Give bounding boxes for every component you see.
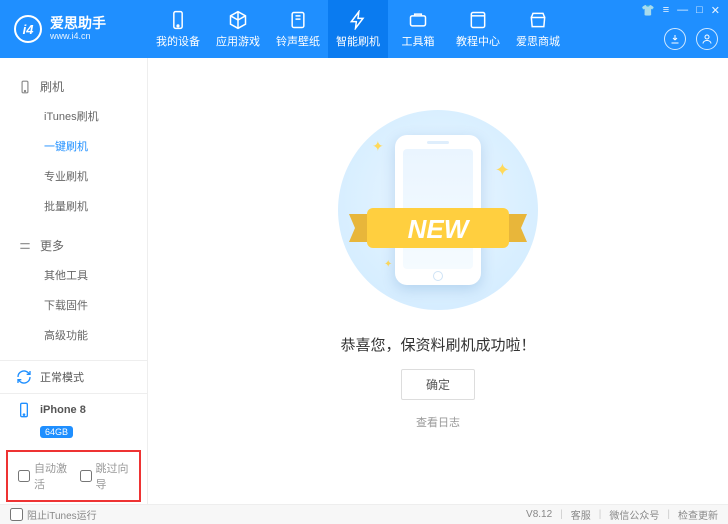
- footer-link-support[interactable]: 客服: [571, 507, 591, 522]
- ok-button[interactable]: 确定: [401, 369, 475, 400]
- version-label: V8.12: [526, 509, 552, 520]
- app-body: 刷机 iTunes刷机一键刷机专业刷机批量刷机更多其他工具下载固件高级功能 正常模…: [0, 58, 728, 504]
- phone-icon: [16, 402, 32, 418]
- close-icon[interactable]: ✕: [711, 4, 720, 17]
- success-illustration: ✦ ✦ ✦ NEW: [338, 110, 538, 310]
- phone-icon: [168, 10, 188, 30]
- tab-label: 教程中心: [456, 33, 500, 49]
- tab-store[interactable]: 爱思商城: [508, 0, 568, 58]
- new-ribbon: NEW: [343, 198, 533, 258]
- tab-phone[interactable]: 我的设备: [148, 0, 208, 58]
- sidebar-item[interactable]: 批量刷机: [0, 191, 147, 221]
- brand-text: 爱思助手 www.i4.cn: [50, 16, 106, 41]
- tshirt-icon[interactable]: 👕: [641, 4, 655, 17]
- section-icon: [18, 80, 32, 94]
- flash-icon: [348, 10, 368, 30]
- tab-app[interactable]: 应用游戏: [208, 0, 268, 58]
- menu-icon[interactable]: ≡: [663, 4, 669, 17]
- svg-text:NEW: NEW: [408, 214, 471, 244]
- star-icon: ✦: [372, 138, 384, 155]
- download-icon[interactable]: [664, 28, 686, 50]
- sidebar: 刷机 iTunes刷机一键刷机专业刷机批量刷机更多其他工具下载固件高级功能 正常模…: [0, 58, 148, 504]
- tab-book[interactable]: 教程中心: [448, 0, 508, 58]
- tab-flash[interactable]: 智能刷机: [328, 0, 388, 58]
- section-title: 更多: [40, 237, 64, 254]
- star-icon: ✦: [495, 160, 510, 181]
- section-title: 刷机: [40, 78, 64, 95]
- user-icon[interactable]: [696, 28, 718, 50]
- success-message: 恭喜您，保资料刷机成功啦！: [340, 334, 535, 355]
- sidebar-item[interactable]: iTunes刷机: [0, 101, 147, 131]
- device-info[interactable]: iPhone 8 64GB: [0, 394, 147, 446]
- main-panel: ✦ ✦ ✦ NEW 恭喜您，保资料刷机成功啦！ 确定 查看日志: [148, 58, 728, 504]
- refresh-icon: [16, 369, 32, 385]
- tab-label: 工具箱: [402, 33, 435, 49]
- device-name: iPhone 8: [40, 404, 86, 416]
- auto-activate-checkbox[interactable]: 自动激活: [18, 460, 68, 492]
- sidebar-item[interactable]: 其他工具: [0, 260, 147, 290]
- note-icon: [288, 10, 308, 30]
- footer-link-wechat[interactable]: 微信公众号: [609, 507, 659, 522]
- brand-logo-icon: i4: [14, 15, 42, 43]
- minimize-icon[interactable]: —: [677, 4, 688, 17]
- skip-guide-checkbox[interactable]: 跳过向导: [80, 460, 130, 492]
- tab-label: 铃声壁纸: [276, 33, 320, 49]
- status-bar: 阻止iTunes运行 V8.12 | 客服 | 微信公众号 | 检查更新: [0, 504, 728, 524]
- store-icon: [528, 10, 548, 30]
- flash-options: 自动激活 跳过向导: [6, 450, 141, 502]
- tab-note[interactable]: 铃声壁纸: [268, 0, 328, 58]
- mode-label: 正常模式: [40, 369, 84, 385]
- window-controls: 👕 ≡ — □ ✕: [641, 4, 720, 17]
- device-mode[interactable]: 正常模式: [0, 361, 147, 394]
- sidebar-bottom: 正常模式 iPhone 8 64GB 自动激活 跳过向导: [0, 360, 147, 506]
- brand: i4 爱思助手 www.i4.cn: [0, 0, 148, 58]
- app-icon: [228, 10, 248, 30]
- app-header: i4 爱思助手 www.i4.cn 我的设备应用游戏铃声壁纸智能刷机 工具箱 教程中…: [0, 0, 728, 58]
- tab-label: 爱思商城: [516, 33, 560, 49]
- tool-icon: [408, 10, 428, 30]
- tab-label: 应用游戏: [216, 33, 260, 49]
- star-icon: ✦: [384, 259, 392, 270]
- tab-tool[interactable]: 工具箱: [388, 0, 448, 58]
- block-itunes-checkbox[interactable]: 阻止iTunes运行: [10, 507, 97, 522]
- sidebar-item[interactable]: 下载固件: [0, 290, 147, 320]
- view-log-link[interactable]: 查看日志: [416, 414, 460, 430]
- sidebar-section[interactable]: 更多: [0, 231, 147, 260]
- tab-label: 我的设备: [156, 33, 200, 49]
- sidebar-section[interactable]: 刷机: [0, 72, 147, 101]
- brand-url: www.i4.cn: [50, 32, 106, 42]
- tab-label: 智能刷机: [336, 33, 380, 49]
- storage-badge: 64GB: [40, 426, 73, 438]
- section-icon: [18, 239, 32, 253]
- sidebar-item[interactable]: 专业刷机: [0, 161, 147, 191]
- header-right: [664, 28, 718, 50]
- book-icon: [468, 10, 488, 30]
- sidebar-item[interactable]: 一键刷机: [0, 131, 147, 161]
- maximize-icon[interactable]: □: [696, 4, 703, 17]
- footer-link-update[interactable]: 检查更新: [678, 507, 718, 522]
- sidebar-item[interactable]: 高级功能: [0, 320, 147, 350]
- brand-name: 爱思助手: [50, 16, 106, 31]
